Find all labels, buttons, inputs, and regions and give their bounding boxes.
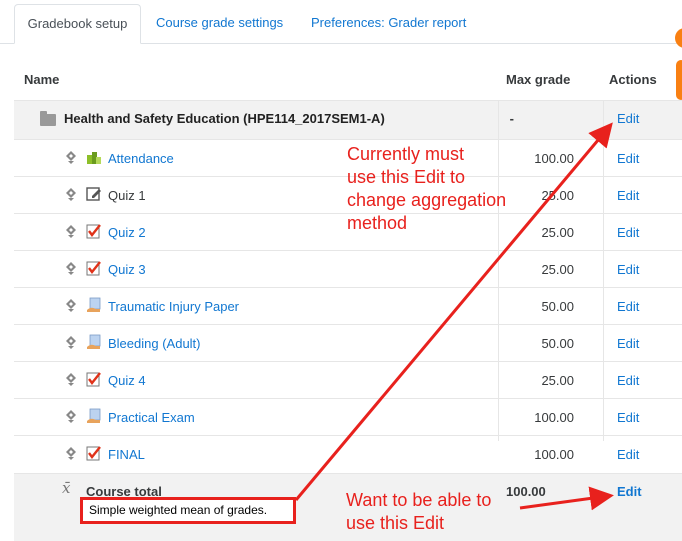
grade-item-edit-link[interactable]: Edit [617, 373, 639, 388]
tab-gradebook-setup[interactable]: Gradebook setup [14, 4, 141, 44]
grade-item-edit-link[interactable]: Edit [617, 262, 639, 277]
annotation-top-line: change aggregation [347, 190, 507, 210]
header-actions: Actions [609, 72, 657, 87]
quiz-checkmark-icon [86, 223, 102, 239]
aggregation-method-text: Simple weighted mean of grades. [89, 503, 268, 517]
orange-side-tab [676, 60, 682, 100]
grade-item-name[interactable]: Quiz 4 [108, 373, 146, 388]
annotation-bottom-line: Want to be able to [346, 490, 492, 510]
edit-pencil-icon [86, 186, 102, 202]
tab-course-grade-settings[interactable]: Course grade settings [156, 4, 283, 44]
header-max-grade: Max grade [506, 72, 571, 87]
grade-item-max-grade: 100.00 [534, 410, 574, 425]
grade-item-edit-link[interactable]: Edit [617, 336, 639, 351]
attendance-icon [86, 149, 102, 165]
move-handle-icon[interactable] [64, 446, 78, 460]
move-handle-icon[interactable] [64, 261, 78, 275]
grade-item-max-grade: 50.00 [541, 336, 574, 351]
quiz-checkmark-icon [86, 371, 102, 387]
course-total-edit-link[interactable]: Edit [617, 484, 642, 499]
category-edit-link[interactable]: Edit [617, 111, 639, 126]
category-max-grade: - [509, 111, 514, 126]
assignment-hand-icon [86, 297, 102, 313]
annotation-top-line: method [347, 213, 408, 233]
grade-item-edit-link[interactable]: Edit [617, 225, 639, 240]
category-title: Health and Safety Education (HPE114_2017… [64, 111, 385, 126]
column-divider [603, 100, 604, 441]
aggregation-highlight-box: Simple weighted mean of grades. [80, 497, 296, 524]
move-handle-icon[interactable] [64, 224, 78, 238]
tab-bar: Gradebook setup Course grade settings Pr… [0, 0, 682, 44]
grade-item-edit-link[interactable]: Edit [617, 447, 639, 462]
assignment-hand-icon [86, 408, 102, 424]
grade-item-name[interactable]: Bleeding (Adult) [108, 336, 201, 351]
move-handle-icon[interactable] [64, 150, 78, 164]
course-total-max-grade: 100.00 [506, 484, 546, 499]
grade-item-max-grade: 25.00 [541, 373, 574, 388]
grade-item-name[interactable]: Traumatic Injury Paper [108, 299, 239, 314]
grade-item-name[interactable]: Practical Exam [108, 410, 195, 425]
grade-item-name[interactable]: FINAL [108, 447, 145, 462]
grade-item-max-grade: 100.00 [534, 447, 574, 462]
grade-item-edit-link[interactable]: Edit [617, 188, 639, 203]
grade-item-name[interactable]: Quiz 2 [108, 225, 146, 240]
quiz-checkmark-icon [86, 260, 102, 276]
annotation-bottom-line: use this Edit [346, 513, 445, 533]
grade-item-max-grade: 50.00 [541, 299, 574, 314]
annotation-bottom: Want to be able to use this Edit [346, 489, 491, 535]
grade-item-max-grade: 25.00 [541, 262, 574, 277]
quiz-checkmark-icon [86, 445, 102, 461]
orange-badge-icon [675, 28, 682, 48]
grade-item-name[interactable]: Attendance [108, 151, 174, 166]
grade-item-name[interactable]: Quiz 3 [108, 262, 146, 277]
move-handle-icon[interactable] [64, 409, 78, 423]
move-handle-icon[interactable] [64, 298, 78, 312]
grade-item-edit-link[interactable]: Edit [617, 299, 639, 314]
move-handle-icon[interactable] [64, 187, 78, 201]
grade-item-edit-link[interactable]: Edit [617, 410, 639, 425]
folder-icon [40, 111, 56, 126]
grade-item-name: Quiz 1 [108, 188, 146, 203]
header-name: Name [24, 72, 60, 87]
mean-symbol-icon: x̄ [62, 479, 71, 497]
tab-preferences-grader-report[interactable]: Preferences: Grader report [311, 4, 466, 44]
assignment-hand-icon [86, 334, 102, 350]
move-handle-icon[interactable] [64, 372, 78, 386]
move-handle-icon[interactable] [64, 335, 78, 349]
annotation-top-line: use this Edit to [347, 167, 466, 187]
grade-item-edit-link[interactable]: Edit [617, 151, 639, 166]
annotation-top-line: Currently must [347, 144, 465, 164]
annotation-top: Currently must use this Edit to change a… [347, 143, 506, 235]
